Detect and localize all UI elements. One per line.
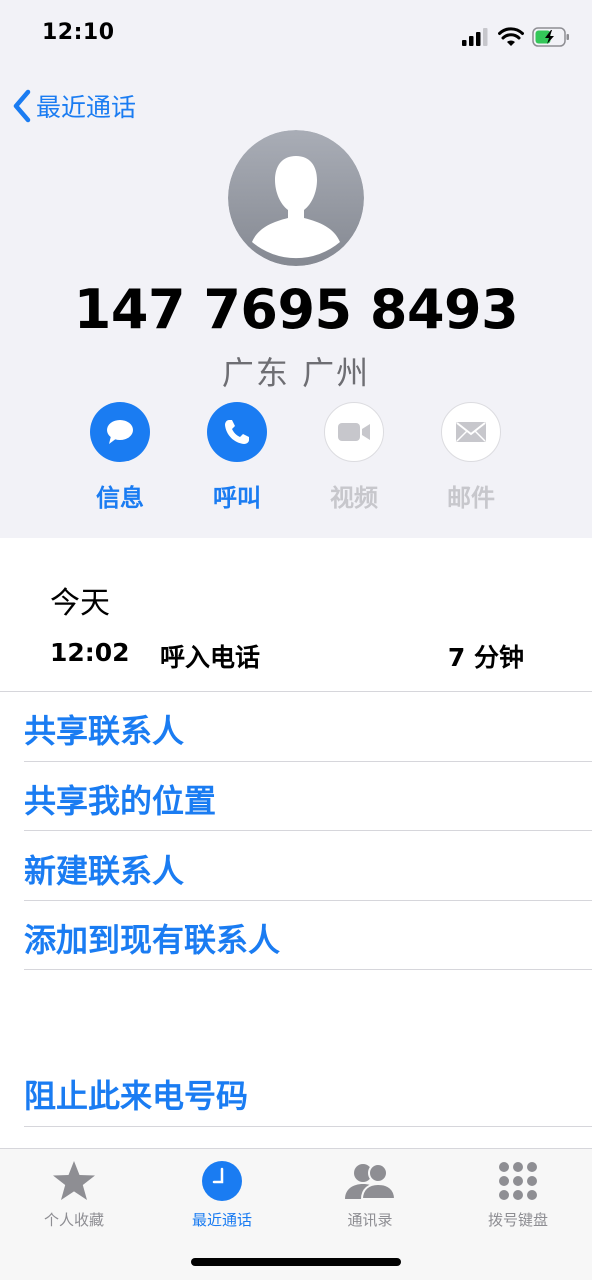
share-contact-button[interactable]: 共享联系人 [24,706,184,752]
call-type: 呼入电话 [160,643,261,672]
tab-keypad[interactable]: 拨号键盘 [444,1159,592,1230]
video-icon [338,423,370,441]
phone-number: 147 7695 8493 [73,278,519,341]
home-indicator[interactable] [191,1258,401,1266]
number-location: 广东 广州 [221,354,371,392]
back-button[interactable]: 最近通话 [12,86,136,126]
divider [24,1126,592,1127]
divider [24,969,592,970]
mail-action: 邮件 [411,402,531,513]
call-duration: 7 分钟 [447,643,524,672]
divider [24,830,592,831]
call-label: 呼叫 [213,484,261,512]
add-to-existing-button[interactable]: 添加到现有联系人 [24,915,280,961]
signal-icon [462,28,488,46]
tab-recents-label: 最近通话 [191,1211,252,1229]
phone-icon [225,420,249,444]
tab-contacts-label: 通讯录 [347,1211,393,1229]
person-silhouette-icon [228,130,364,266]
battery-icon [532,27,569,47]
message-icon [107,420,133,444]
video-action: 视频 [294,402,414,513]
block-caller-button[interactable]: 阻止此来电号码 [24,1071,248,1117]
avatar [228,130,364,266]
tab-keypad-label: 拨号键盘 [487,1211,548,1229]
tab-contacts[interactable]: 通讯录 [296,1159,444,1230]
mail-icon [456,422,486,442]
mail-button [441,402,501,462]
contact-header: 最近通话 147 7695 8493 广东 广州 信息 呼叫 视频 邮件 [0,72,592,538]
chevron-left-icon [13,89,31,123]
divider [24,900,592,901]
tab-favorites-label: 个人收藏 [43,1211,104,1229]
call-history-row: 12:02 呼入电话 7 分钟 [50,638,530,678]
call-button[interactable] [207,402,267,462]
contacts-icon [345,1163,397,1200]
call-action[interactable]: 呼叫 [177,402,297,513]
call-time: 12:02 [50,638,130,667]
back-label: 最近通话 [36,93,137,122]
clock-icon [202,1161,242,1201]
star-icon [53,1161,95,1200]
divider [0,691,592,692]
tab-favorites[interactable]: 个人收藏 [0,1159,148,1230]
status-icons [462,22,570,52]
create-contact-button[interactable]: 新建联系人 [24,846,184,892]
share-location-button[interactable]: 共享我的位置 [24,776,216,822]
status-time: 12:10 [42,20,115,45]
message-label: 信息 [96,484,144,512]
keypad-icon [499,1162,537,1200]
history-day: 今天 [50,586,110,621]
video-button [324,402,384,462]
video-label: 视频 [330,484,378,512]
mail-label: 邮件 [447,484,495,512]
tab-recents[interactable]: 最近通话 [148,1159,296,1230]
status-bar: 12:10 [0,0,592,72]
message-action[interactable]: 信息 [60,402,180,513]
wifi-icon [498,27,524,46]
message-button[interactable] [90,402,150,462]
divider [24,761,592,762]
